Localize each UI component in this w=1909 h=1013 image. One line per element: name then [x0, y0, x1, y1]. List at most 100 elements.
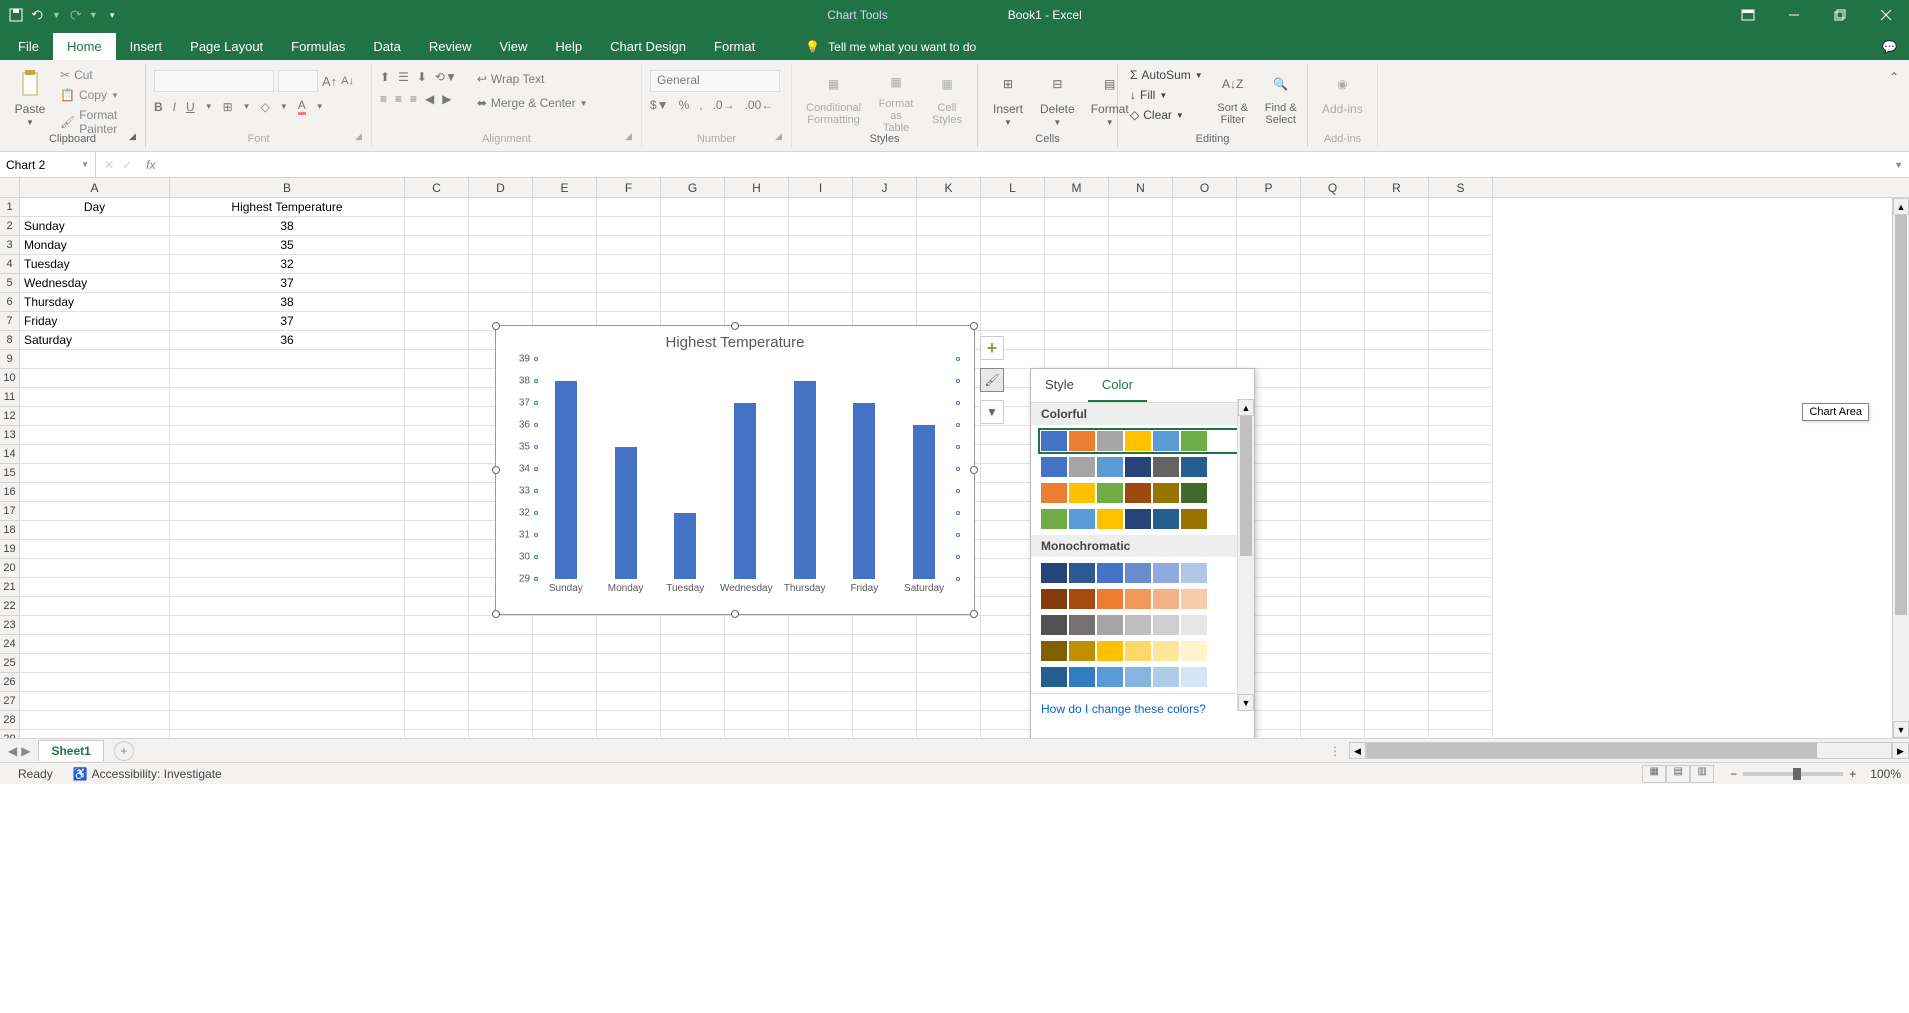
- cell[interactable]: [725, 217, 789, 236]
- addins-button[interactable]: ◉Add-ins: [1316, 66, 1369, 136]
- cell[interactable]: [469, 730, 533, 738]
- cell[interactable]: [597, 236, 661, 255]
- cell[interactable]: [170, 730, 405, 738]
- cell[interactable]: [597, 274, 661, 293]
- cell[interactable]: [917, 673, 981, 692]
- increase-font-icon[interactable]: A↑: [322, 74, 337, 89]
- zoom-in-button[interactable]: +: [1849, 767, 1856, 781]
- normal-view-button[interactable]: ▦: [1642, 765, 1666, 783]
- cell[interactable]: [1429, 673, 1493, 692]
- tab-formulas[interactable]: Formulas: [277, 33, 359, 60]
- color-palette-option[interactable]: [1041, 589, 1244, 609]
- cell[interactable]: [853, 236, 917, 255]
- tell-me-search[interactable]: 💡 Tell me what you want to do: [799, 34, 982, 60]
- cell[interactable]: [1237, 255, 1301, 274]
- cell[interactable]: [917, 711, 981, 730]
- cell[interactable]: [725, 255, 789, 274]
- cell[interactable]: [661, 616, 725, 635]
- currency-icon[interactable]: $▼: [650, 98, 669, 112]
- cell[interactable]: [170, 483, 405, 502]
- cell[interactable]: [789, 616, 853, 635]
- borders-icon[interactable]: ⊞: [223, 100, 233, 114]
- cell[interactable]: [1365, 711, 1429, 730]
- cell[interactable]: [469, 274, 533, 293]
- cell[interactable]: [1365, 597, 1429, 616]
- cell[interactable]: [533, 616, 597, 635]
- cell[interactable]: [1173, 236, 1237, 255]
- cell[interactable]: [1429, 597, 1493, 616]
- cell[interactable]: [170, 540, 405, 559]
- sort-filter-button[interactable]: A↓ZSort & Filter: [1211, 66, 1255, 136]
- column-header[interactable]: I: [789, 178, 853, 197]
- tab-file[interactable]: File: [4, 33, 53, 60]
- cell[interactable]: 37: [170, 312, 405, 331]
- undo-icon[interactable]: [30, 7, 46, 23]
- horizontal-scrollbar[interactable]: [1366, 742, 1892, 759]
- cell[interactable]: [1429, 711, 1493, 730]
- increase-indent-icon[interactable]: ▶: [442, 92, 451, 106]
- cell[interactable]: [1365, 521, 1429, 540]
- cell[interactable]: [20, 426, 170, 445]
- row-header[interactable]: 14: [0, 445, 20, 464]
- cell[interactable]: [917, 217, 981, 236]
- zoom-level[interactable]: 100%: [1870, 767, 1901, 781]
- cell[interactable]: [1109, 255, 1173, 274]
- resize-handle[interactable]: [731, 322, 739, 330]
- cell[interactable]: [1365, 445, 1429, 464]
- chevron-down-icon[interactable]: ▼: [89, 10, 98, 20]
- next-sheet-icon[interactable]: ▶: [21, 744, 30, 758]
- cell[interactable]: [405, 673, 469, 692]
- row-header[interactable]: 22: [0, 597, 20, 616]
- cell[interactable]: [405, 578, 469, 597]
- cell[interactable]: [1045, 198, 1109, 217]
- resize-handle[interactable]: [970, 322, 978, 330]
- cell[interactable]: [597, 635, 661, 654]
- dialog-launcher-icon[interactable]: ◢: [775, 131, 789, 145]
- align-right-icon[interactable]: ≡: [410, 92, 417, 106]
- cell[interactable]: [1365, 331, 1429, 350]
- cell[interactable]: [1429, 502, 1493, 521]
- cell[interactable]: [1301, 255, 1365, 274]
- cell[interactable]: [170, 578, 405, 597]
- cell[interactable]: [1429, 236, 1493, 255]
- cell[interactable]: 38: [170, 217, 405, 236]
- align-left-icon[interactable]: ≡: [380, 92, 387, 106]
- cell[interactable]: [789, 236, 853, 255]
- column-header[interactable]: F: [597, 178, 661, 197]
- cell[interactable]: [1365, 255, 1429, 274]
- cell[interactable]: [1173, 217, 1237, 236]
- cell[interactable]: [1365, 217, 1429, 236]
- cell[interactable]: [1301, 483, 1365, 502]
- cell[interactable]: [1045, 293, 1109, 312]
- cell[interactable]: [20, 483, 170, 502]
- tab-data[interactable]: Data: [359, 33, 414, 60]
- find-select-button[interactable]: 🔍Find & Select: [1259, 66, 1303, 136]
- cell[interactable]: [1429, 559, 1493, 578]
- cell[interactable]: [1301, 350, 1365, 369]
- cell[interactable]: [533, 255, 597, 274]
- cell[interactable]: [20, 350, 170, 369]
- cell[interactable]: Saturday: [20, 331, 170, 350]
- cell[interactable]: [917, 198, 981, 217]
- select-all-button[interactable]: [0, 178, 20, 197]
- cell[interactable]: [1429, 426, 1493, 445]
- cell[interactable]: [1173, 293, 1237, 312]
- cell[interactable]: Thursday: [20, 293, 170, 312]
- cell[interactable]: [1365, 578, 1429, 597]
- cell[interactable]: [917, 730, 981, 738]
- cell[interactable]: [661, 673, 725, 692]
- page-layout-view-button[interactable]: ▤: [1666, 765, 1690, 783]
- cell[interactable]: [981, 312, 1045, 331]
- italic-button[interactable]: I: [173, 100, 176, 114]
- cell[interactable]: Day: [20, 198, 170, 217]
- cell[interactable]: [853, 255, 917, 274]
- cell[interactable]: [170, 673, 405, 692]
- cell[interactable]: [661, 274, 725, 293]
- row-header[interactable]: 5: [0, 274, 20, 293]
- comma-icon[interactable]: ,: [699, 98, 702, 112]
- cell[interactable]: [1429, 445, 1493, 464]
- cell[interactable]: [1109, 350, 1173, 369]
- chevron-down-icon[interactable]: ▼: [52, 10, 61, 20]
- cell[interactable]: [405, 274, 469, 293]
- cell[interactable]: [1365, 616, 1429, 635]
